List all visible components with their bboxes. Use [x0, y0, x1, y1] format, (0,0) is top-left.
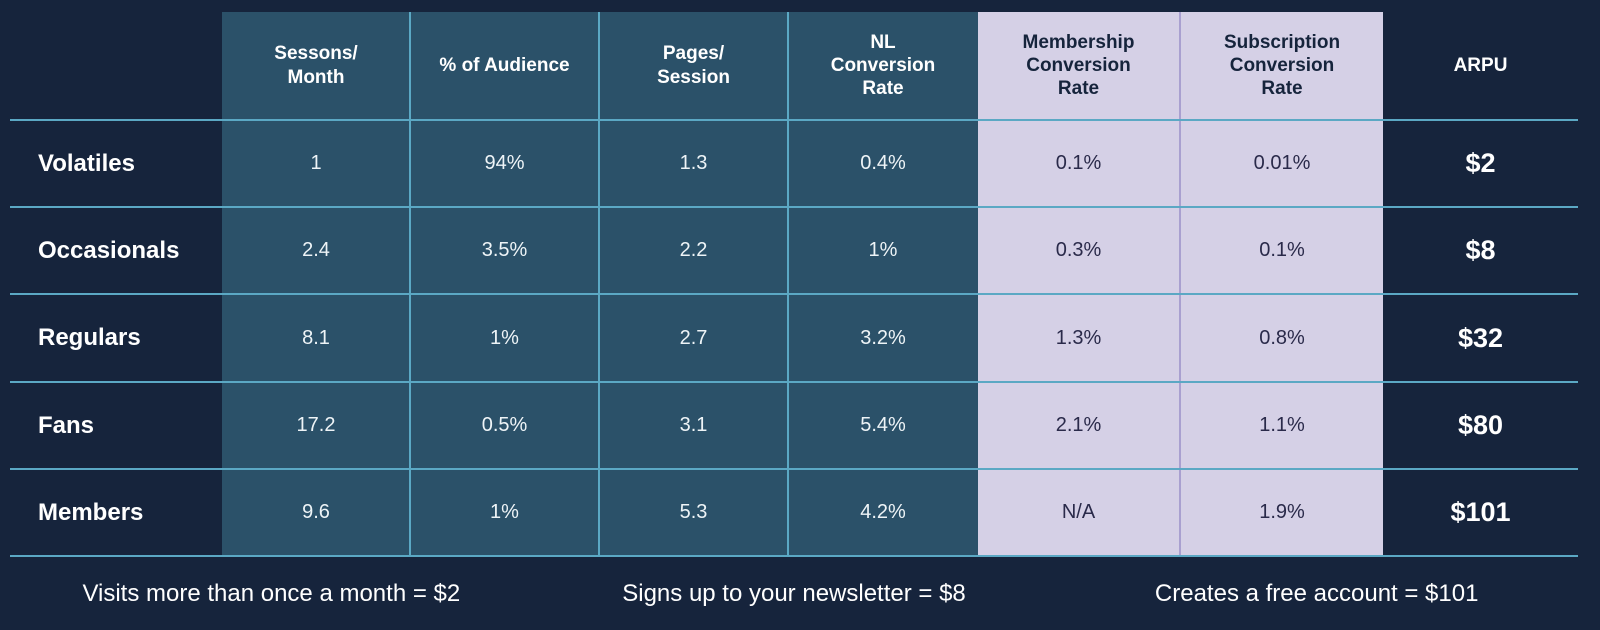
header-line: Rate — [1057, 78, 1100, 100]
column-header-arpu: ARPU — [1383, 12, 1578, 119]
table-row-label: Volatiles — [38, 149, 135, 177]
column-header-subscription-conversion-rate: Subscription Conversion Rate — [1181, 12, 1383, 119]
table-cell: 0.8% — [1259, 326, 1305, 349]
row-divider-bottom — [10, 555, 1578, 557]
table-cell: 2.7 — [679, 326, 708, 349]
table-cell: 94% — [484, 152, 525, 175]
header-line: Conversion — [830, 54, 936, 76]
table-cell: 9.6 — [302, 501, 330, 524]
header-line: Subscription — [1223, 31, 1341, 53]
table-cell: 17.2 — [296, 414, 336, 437]
footer-captions: Visits more than once a month = $2 Signs… — [10, 565, 1578, 623]
table-row-label: Fans — [38, 411, 95, 439]
column-header-pages-per-session: Pages/ Session — [599, 12, 788, 119]
table-cell: 1% — [868, 239, 898, 262]
footer-caption: Visits more than once a month = $2 — [82, 580, 461, 607]
footer-caption: Creates a free account = $101 — [1154, 580, 1479, 607]
header-line: Rate — [862, 78, 904, 100]
column-header-sessions-per-month: Sessons/ Month — [222, 12, 410, 119]
table-cell: 0.01% — [1253, 152, 1311, 175]
table-cell: 2.2 — [679, 239, 708, 262]
table-cell: 5.4% — [860, 414, 906, 437]
table-cell: 0.3% — [1055, 239, 1102, 262]
column-header-membership-conversion-rate: Membership Conversion Rate — [978, 12, 1179, 119]
table-cell: 1.3% — [1055, 326, 1102, 349]
table-cell: 0.5% — [481, 414, 528, 437]
footer-caption: Signs up to your newsletter = $8 — [622, 580, 966, 607]
header-line: % of Audience — [439, 54, 570, 76]
table-cell: 3.5% — [481, 239, 528, 262]
table-cell: 3.2% — [860, 326, 906, 349]
table-cell: 2.1% — [1055, 414, 1102, 437]
table-row-label: Members — [38, 498, 144, 526]
header-line: Conversion — [1026, 54, 1131, 76]
table-cell-arpu: $2 — [1465, 148, 1496, 179]
table-cell: 1.3 — [679, 152, 708, 175]
column-header-nl-conversion-rate: NL Conversion Rate — [788, 12, 978, 119]
segment-metrics-table-figure: Sessons/ Month % of Audience Pages/ Sess… — [0, 0, 1600, 630]
header-line: Membership — [1022, 31, 1135, 53]
table-cell-arpu: $101 — [1450, 497, 1511, 528]
header-line: Sessons/ — [274, 43, 358, 65]
table-cell: 1% — [490, 326, 519, 349]
table-cell: 1% — [490, 501, 519, 524]
table-cell: 8.1 — [302, 326, 330, 349]
header-line: Month — [287, 66, 345, 88]
header-line: Rate — [1261, 78, 1303, 100]
table-cell: 4.2% — [860, 501, 906, 524]
table-cell: 0.1% — [1259, 239, 1305, 262]
table-cell: 5.3 — [679, 501, 708, 524]
table-cell: 3.1 — [679, 414, 708, 437]
table-cell: 0.1% — [1055, 152, 1102, 175]
table-cell: 1 — [310, 152, 322, 175]
header-line: ARPU — [1453, 54, 1508, 76]
table-cell: N/A — [1061, 501, 1096, 524]
table-row-label: Regulars — [38, 324, 141, 352]
table-cell-arpu: $80 — [1457, 410, 1504, 441]
table-row-label: Occasionals — [38, 236, 180, 264]
table-cell: 2.4 — [302, 239, 330, 262]
header-line: Conversion — [1229, 54, 1335, 76]
table-cell: 0.4% — [860, 152, 906, 175]
header-line: Pages/ — [662, 43, 725, 65]
table-cell: 1.9% — [1259, 501, 1305, 524]
table-cell-arpu: $32 — [1457, 322, 1504, 353]
header-line: NL — [870, 31, 896, 53]
table-cell-arpu: $8 — [1465, 235, 1496, 266]
column-header-percent-of-audience: % of Audience — [410, 12, 599, 119]
table-cell: 1.1% — [1259, 414, 1305, 437]
header-line: Session — [657, 66, 730, 88]
